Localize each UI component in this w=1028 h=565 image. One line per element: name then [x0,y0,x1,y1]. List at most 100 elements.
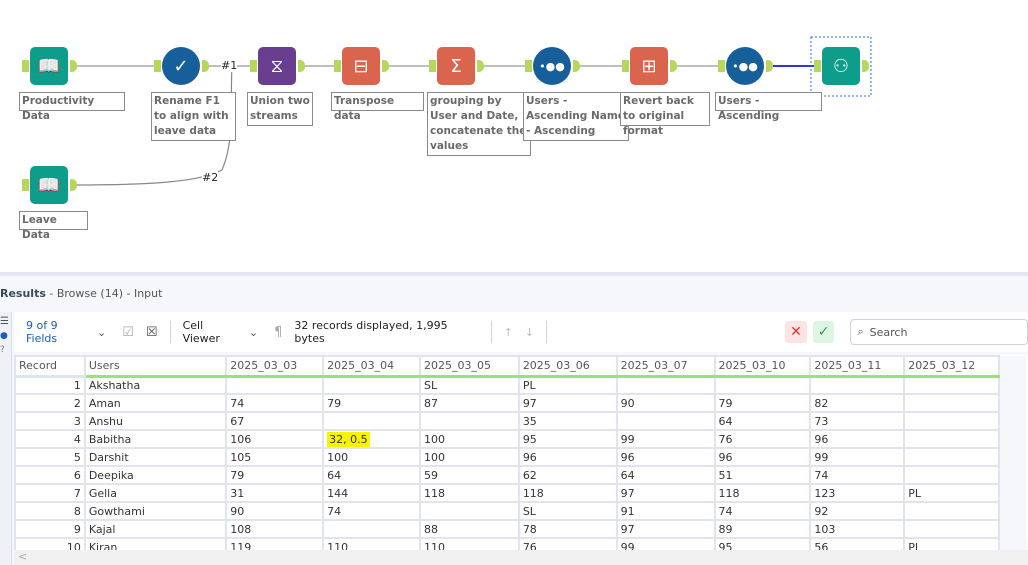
table-cell[interactable]: 110 [322,537,421,550]
table-cell[interactable]: Deepika [83,465,228,485]
table-cell[interactable]: 74 [225,393,325,413]
table-cell[interactable]: PL [903,483,1001,503]
search-input[interactable]: ⌕ Search [850,319,1028,345]
column-header[interactable]: 2025_03_06 [517,355,618,378]
table-cell[interactable]: 76 [517,537,618,550]
table-cell[interactable]: 74 [322,501,421,521]
tool-leave-data-input[interactable]: 📖 [30,166,68,204]
table-cell[interactable]: 96 [713,447,812,467]
browse-icon[interactable]: ● [0,331,11,341]
table-row[interactable]: 5 Darshit 105 100 100 96 96 96 99 [14,447,1027,467]
table-row[interactable]: 10 Kiran 119 110 110 76 99 95 56 PL [14,537,1027,550]
table-cell[interactable]: 119 [225,537,325,550]
table-cell[interactable]: PL [517,375,618,395]
table-cell[interactable]: SL [418,375,520,395]
table-cell[interactable]: SL [517,501,618,521]
table-row[interactable]: 9 Kajal 108 88 78 97 89 103 [14,519,1027,539]
table-cell[interactable]: 82 [809,393,906,413]
arrow-down-icon[interactable]: ↓ [525,326,534,339]
input-anchor[interactable] [429,60,436,72]
table-cell[interactable]: 10 [14,537,86,550]
table-cell[interactable]: 74 [713,501,812,521]
fields-selector[interactable]: 9 of 9 Fields ⌄ [26,319,106,345]
tool-browse[interactable]: ⚇ [822,47,860,85]
table-cell[interactable]: 118 [713,483,812,503]
input-anchor[interactable] [525,60,532,72]
tool-sort-1[interactable]: •●● [533,47,571,85]
table-cell[interactable] [713,375,812,395]
table-cell[interactable]: 5 [14,447,86,467]
table-cell[interactable] [418,411,520,431]
table-cell[interactable]: 32, 0.5 [322,429,421,449]
table-cell[interactable]: 64 [322,465,421,485]
table-cell[interactable]: 92 [809,501,906,521]
table-cell[interactable]: Darshit [83,447,228,467]
table-cell[interactable] [322,411,421,431]
input-anchor[interactable] [718,60,725,72]
table-cell[interactable]: 97 [615,483,716,503]
table-cell[interactable]: 100 [418,447,520,467]
table-cell[interactable]: 90 [615,393,716,413]
table-cell[interactable]: 35 [517,411,618,431]
table-cell[interactable] [322,519,421,539]
table-cell[interactable] [903,447,1001,467]
table-cell[interactable]: 1 [14,375,86,395]
menu-icon[interactable]: ☰ [0,316,11,327]
table-cell[interactable]: 79 [322,393,421,413]
column-header[interactable]: 2025_03_03 [225,355,325,378]
table-cell[interactable] [322,375,421,395]
input-anchor[interactable] [154,60,161,72]
table-cell[interactable]: 7 [14,483,86,503]
table-cell[interactable]: 6 [14,465,86,485]
column-header[interactable]: 2025_03_07 [615,355,716,378]
table-cell[interactable]: 96 [809,429,906,449]
tool-sort-2[interactable]: •●● [726,47,764,85]
table-cell[interactable] [418,501,520,521]
table-cell[interactable] [903,375,1001,395]
table-cell[interactable]: 64 [615,465,716,485]
tool-transpose[interactable]: ⊟ [342,47,380,85]
table-cell[interactable]: 99 [615,429,716,449]
table-cell[interactable]: Kiran [83,537,228,550]
workflow-canvas[interactable]: 📖 Productivity Data ✓ Rename F1 to align wi… [0,0,1028,272]
table-cell[interactable]: 108 [225,519,325,539]
table-cell[interactable]: 105 [225,447,325,467]
table-cell[interactable]: PL [903,537,1001,550]
table-cell[interactable]: 59 [418,465,520,485]
tool-crosstab[interactable]: ⊞ [630,47,668,85]
table-cell[interactable]: 88 [418,519,520,539]
table-cell[interactable]: 99 [615,537,716,550]
horizontal-scrollbar[interactable]: < [14,550,1028,565]
table-cell[interactable]: 97 [517,393,618,413]
check-all-icon[interactable]: ☑ [122,325,134,340]
table-cell[interactable]: 97 [615,519,716,539]
tool-union[interactable]: ⧖ [258,47,296,85]
table-row[interactable]: 3 Anshu 67 35 64 73 [14,411,1027,431]
pilcrow-icon[interactable]: ¶ [274,325,282,340]
table-cell[interactable]: Gowthami [83,501,228,521]
table-cell[interactable]: Babitha [83,429,228,449]
table-cell[interactable] [903,411,1001,431]
table-row[interactable]: 6 Deepika 79 64 59 62 64 51 74 [14,465,1027,485]
table-cell[interactable] [903,465,1001,485]
table-cell[interactable] [615,375,716,395]
table-cell[interactable]: 76 [713,429,812,449]
table-cell[interactable]: 95 [517,429,618,449]
table-row[interactable]: 8 Gowthami 90 74 SL 91 74 92 [14,501,1027,521]
results-grid[interactable]: Record Users 2025_03_03 2025_03_04 2025_03_0… [14,355,1028,550]
table-cell[interactable]: 51 [713,465,812,485]
table-cell[interactable]: 144 [322,483,421,503]
table-cell[interactable]: 100 [322,447,421,467]
column-header[interactable]: 2025_03_05 [418,355,520,378]
table-cell[interactable]: 4 [14,429,86,449]
column-header[interactable]: 2025_03_10 [713,355,812,378]
table-cell[interactable]: 8 [14,501,86,521]
table-cell[interactable] [903,519,1001,539]
table-row[interactable]: 4 Babitha 106 32, 0.5 100 95 99 76 96 [14,429,1027,449]
table-cell[interactable]: 103 [809,519,906,539]
table-cell[interactable] [903,429,1001,449]
tool-rename-select[interactable]: ✓ [162,47,200,85]
table-cell[interactable] [809,375,906,395]
input-anchor[interactable] [22,60,29,72]
table-cell[interactable]: Aman [83,393,228,413]
